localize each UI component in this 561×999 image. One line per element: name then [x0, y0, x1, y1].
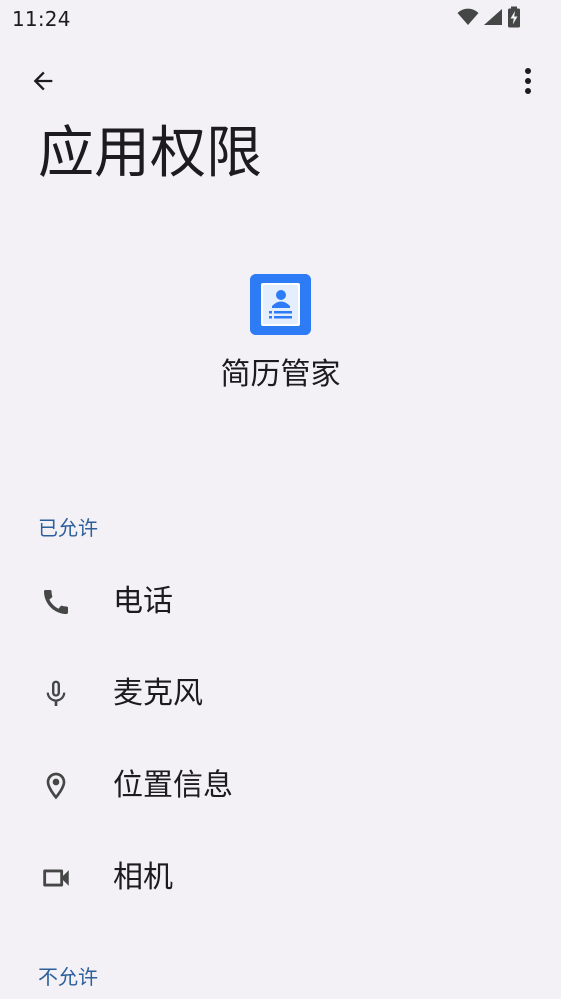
permission-label: 位置信息: [113, 768, 233, 803]
battery-charging-icon: [507, 6, 521, 32]
app-bar: [0, 54, 561, 110]
phone-icon: [36, 585, 76, 619]
status-bar: 11:24: [0, 0, 561, 38]
arrow-back-icon: [29, 67, 57, 99]
app-name: 简历管家: [220, 357, 341, 392]
permission-item-phone[interactable]: 电话: [0, 558, 561, 646]
wifi-icon: [457, 8, 479, 30]
section-header-denied: 不允许: [38, 965, 98, 989]
page-title: 应用权限: [38, 121, 262, 186]
resume-contact-book-icon: [250, 274, 311, 335]
back-button[interactable]: [20, 60, 66, 106]
more-options-button[interactable]: [505, 60, 551, 106]
permission-label: 电话: [113, 584, 173, 619]
location-pin-icon: [36, 769, 76, 803]
permission-item-camera[interactable]: 相机: [0, 834, 561, 922]
microphone-icon: [36, 677, 76, 711]
status-time: 11:24: [12, 7, 71, 31]
status-icons: [457, 6, 521, 32]
permission-item-location[interactable]: 位置信息: [0, 742, 561, 830]
permission-label: 麦克风: [113, 676, 203, 711]
permission-item-microphone[interactable]: 麦克风: [0, 650, 561, 738]
more-vert-icon: [524, 67, 532, 99]
section-header-allowed: 已允许: [38, 516, 98, 540]
permission-label: 相机: [113, 860, 173, 895]
video-camera-icon: [36, 861, 76, 895]
cellular-signal-icon: [483, 8, 503, 30]
